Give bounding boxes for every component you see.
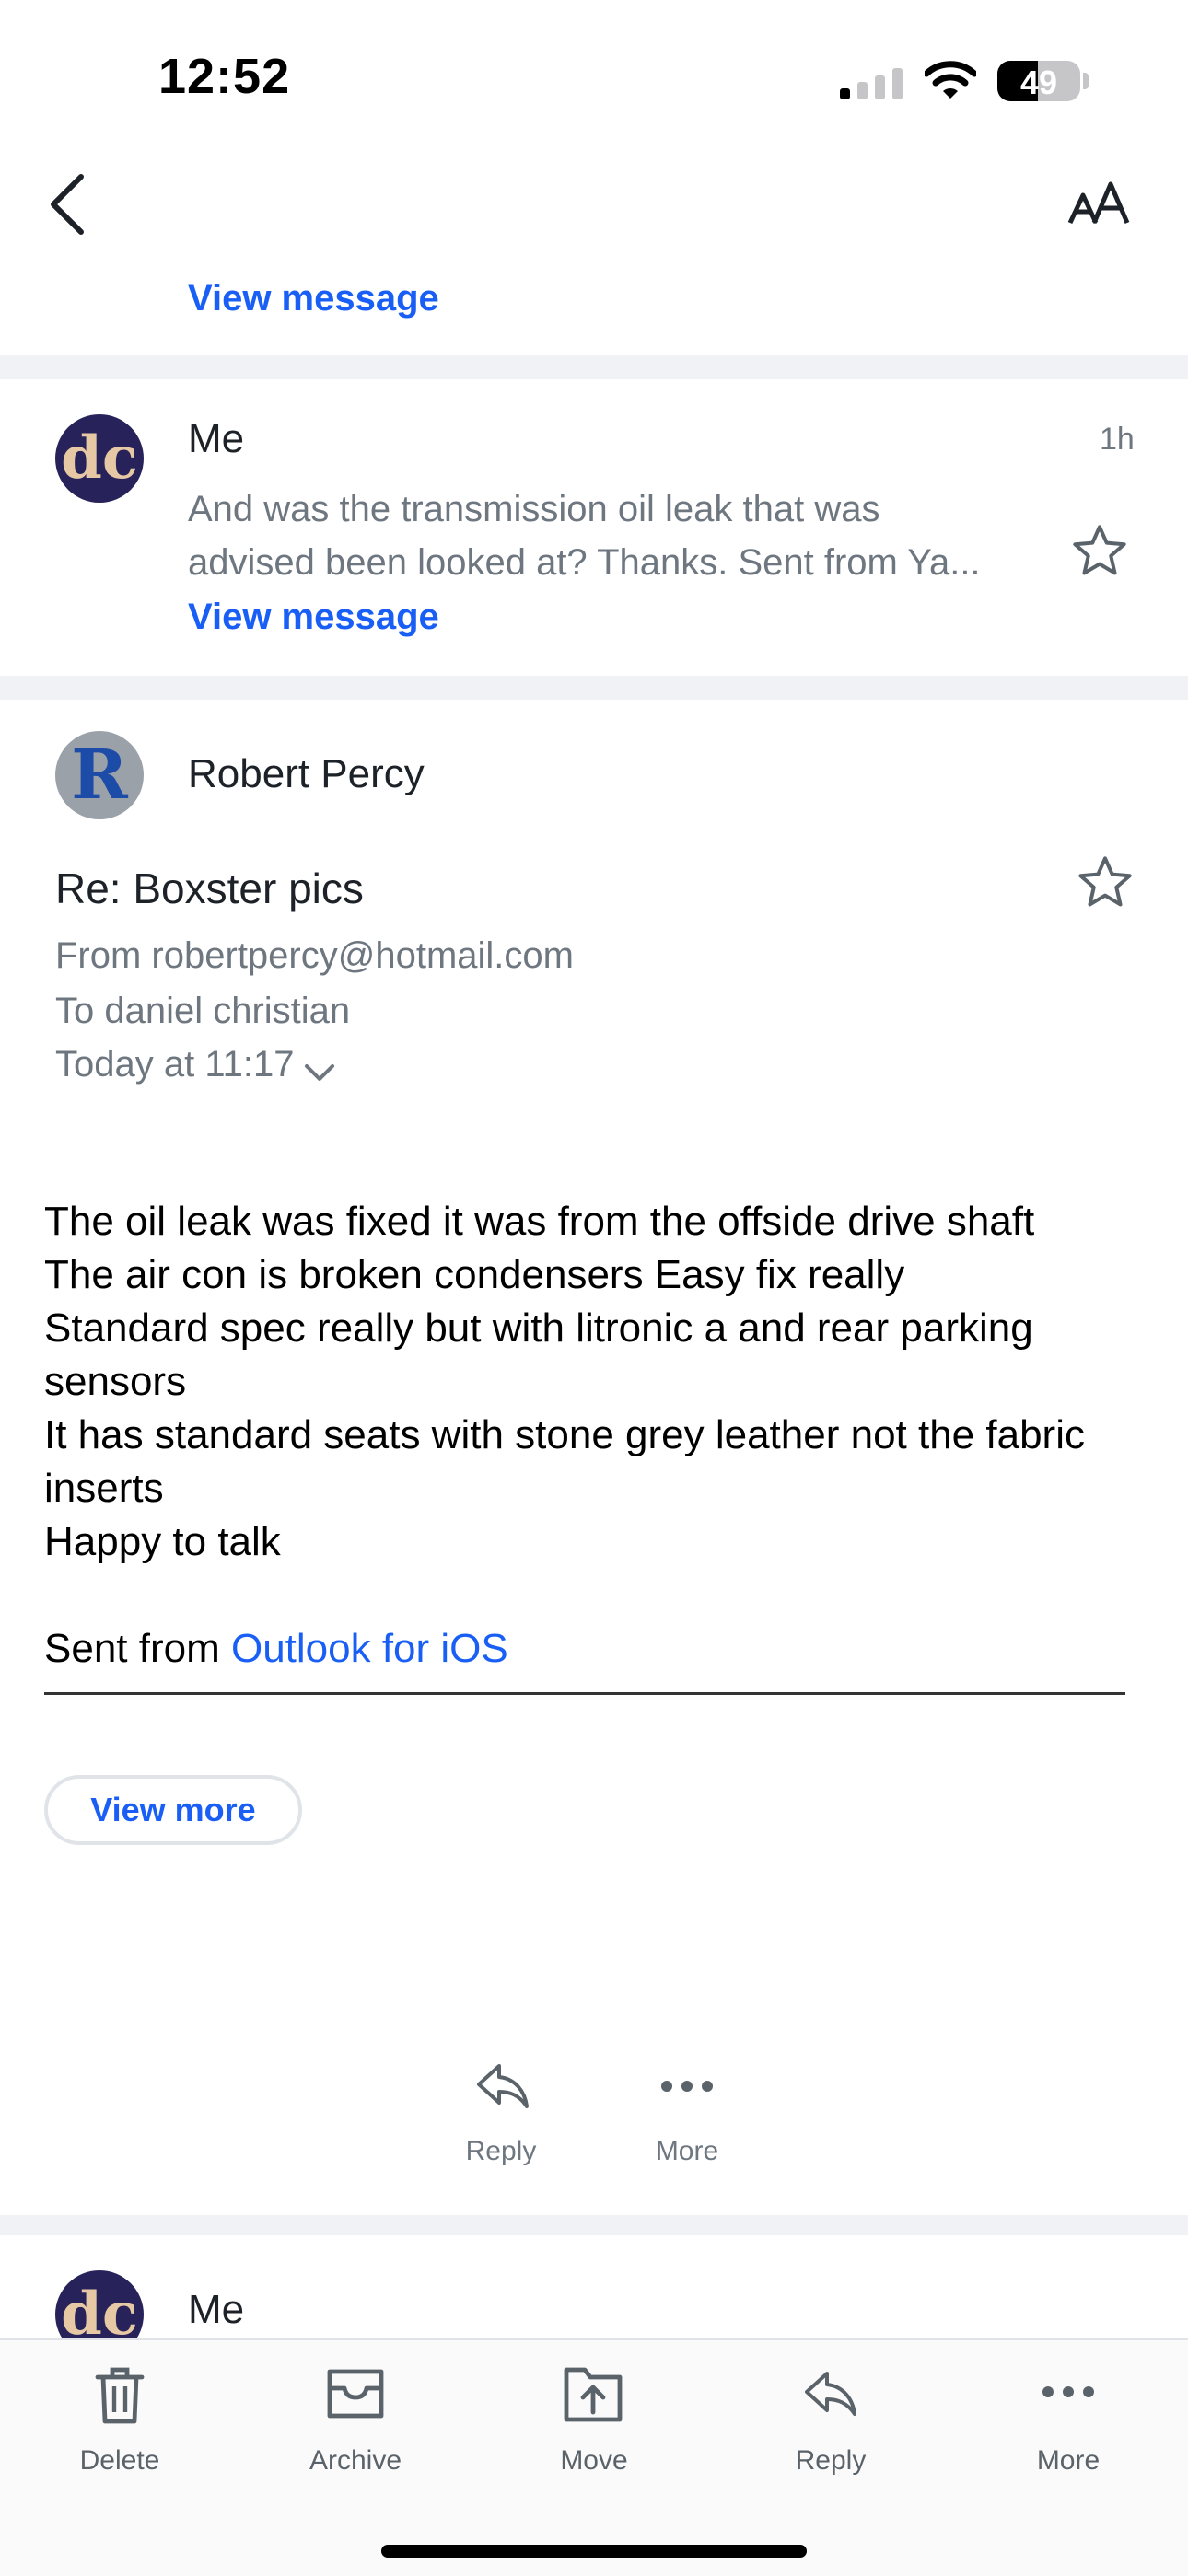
outlook-link[interactable]: Outlook for iOS bbox=[231, 1626, 508, 1671]
more-dots-icon bbox=[1042, 2386, 1094, 2397]
move-label: Move bbox=[560, 2445, 628, 2476]
reply-label: Reply bbox=[795, 2445, 867, 2476]
chevron-left-icon[interactable] bbox=[46, 171, 92, 238]
star-icon[interactable] bbox=[1076, 854, 1135, 911]
view-more-button[interactable]: View more bbox=[44, 1775, 302, 1845]
move-icon bbox=[564, 2367, 623, 2422]
archive-button[interactable]: Archive bbox=[291, 2364, 420, 2484]
view-message-link[interactable]: View message bbox=[188, 278, 439, 319]
to-line: To daniel christian bbox=[55, 991, 351, 1031]
body-line: The oil leak was fixed it was from the o… bbox=[44, 1199, 1035, 1244]
thread-separator bbox=[0, 2215, 1188, 2235]
avatar: dc bbox=[55, 2270, 144, 2338]
status-time: 12:52 bbox=[158, 49, 291, 104]
more-label: More bbox=[655, 2136, 719, 2166]
body-line: Happy to talk bbox=[44, 1519, 281, 1564]
sender-name: Me bbox=[188, 2287, 245, 2332]
delete-button[interactable]: Delete bbox=[55, 2364, 184, 2484]
reply-icon bbox=[477, 2064, 529, 2108]
message-snippet-line-2: advised been looked at? Thanks. Sent fro… bbox=[188, 542, 981, 583]
message-snippet-line-1: And was the transmission oil leak that w… bbox=[188, 489, 880, 529]
body-line: The air con is broken condensers Easy fi… bbox=[44, 1252, 905, 1297]
star-icon[interactable] bbox=[1070, 523, 1129, 580]
message-body: The oil leak was fixed it was from the o… bbox=[44, 1195, 1149, 1676]
from-line: From robertpercy@hotmail.com bbox=[55, 935, 574, 976]
body-line: sensors bbox=[44, 1359, 187, 1404]
avatar: R bbox=[55, 731, 144, 819]
thread-item-collapsed[interactable]: dc Me bbox=[0, 2235, 1188, 2338]
sender-name: Robert Percy bbox=[188, 751, 425, 796]
signature: Sent from Outlook for iOS bbox=[44, 1622, 1149, 1676]
sender-name: Me bbox=[188, 416, 245, 461]
battery-level: 49 bbox=[1019, 64, 1058, 101]
wifi-icon bbox=[925, 61, 976, 99]
view-message-link[interactable]: View message bbox=[188, 597, 439, 638]
thread-separator bbox=[0, 676, 1188, 700]
cellular-signal-icon bbox=[840, 68, 903, 99]
battery-tip bbox=[1083, 73, 1089, 89]
thread-separator bbox=[0, 355, 1188, 379]
body-line: It has standard seats with stone grey le… bbox=[44, 1412, 1085, 1457]
reply-action[interactable]: Reply bbox=[442, 2059, 560, 2178]
more-action[interactable]: More bbox=[628, 2059, 746, 2178]
date-toggle[interactable]: Today at 11:17 bbox=[55, 1044, 335, 1092]
message-date: Today at 11:17 bbox=[55, 1044, 295, 1085]
more-dots-icon bbox=[661, 2081, 713, 2092]
body-line: inserts bbox=[44, 1466, 164, 1511]
more-button[interactable]: More bbox=[1004, 2364, 1133, 2484]
archive-label: Archive bbox=[309, 2445, 402, 2476]
message-time: 1h bbox=[1100, 422, 1135, 457]
archive-icon bbox=[327, 2369, 384, 2419]
battery-indicator: 49 bbox=[997, 61, 1080, 101]
chevron-down-icon bbox=[304, 1063, 334, 1081]
more-label: More bbox=[1036, 2445, 1101, 2476]
home-indicator bbox=[381, 2545, 807, 2558]
trash-icon bbox=[95, 2367, 145, 2424]
avatar: dc bbox=[55, 414, 144, 503]
text-size-icon[interactable] bbox=[1066, 180, 1131, 226]
bottom-toolbar: Delete Archive Move Reply More bbox=[0, 2338, 1188, 2576]
reply-label: Reply bbox=[465, 2136, 537, 2166]
signature-divider bbox=[44, 1692, 1125, 1695]
delete-label: Delete bbox=[79, 2445, 160, 2476]
message-subject: Re: Boxster pics bbox=[55, 864, 364, 912]
body-line: Standard spec really but with litronic a… bbox=[44, 1305, 1033, 1351]
signature-prefix: Sent from bbox=[44, 1626, 231, 1671]
reply-icon bbox=[805, 2372, 856, 2416]
thread-item-collapsed[interactable]: dc Me 1h And was the transmission oil le… bbox=[0, 379, 1188, 674]
reply-button[interactable]: Reply bbox=[766, 2364, 895, 2484]
move-button[interactable]: Move bbox=[530, 2364, 658, 2484]
